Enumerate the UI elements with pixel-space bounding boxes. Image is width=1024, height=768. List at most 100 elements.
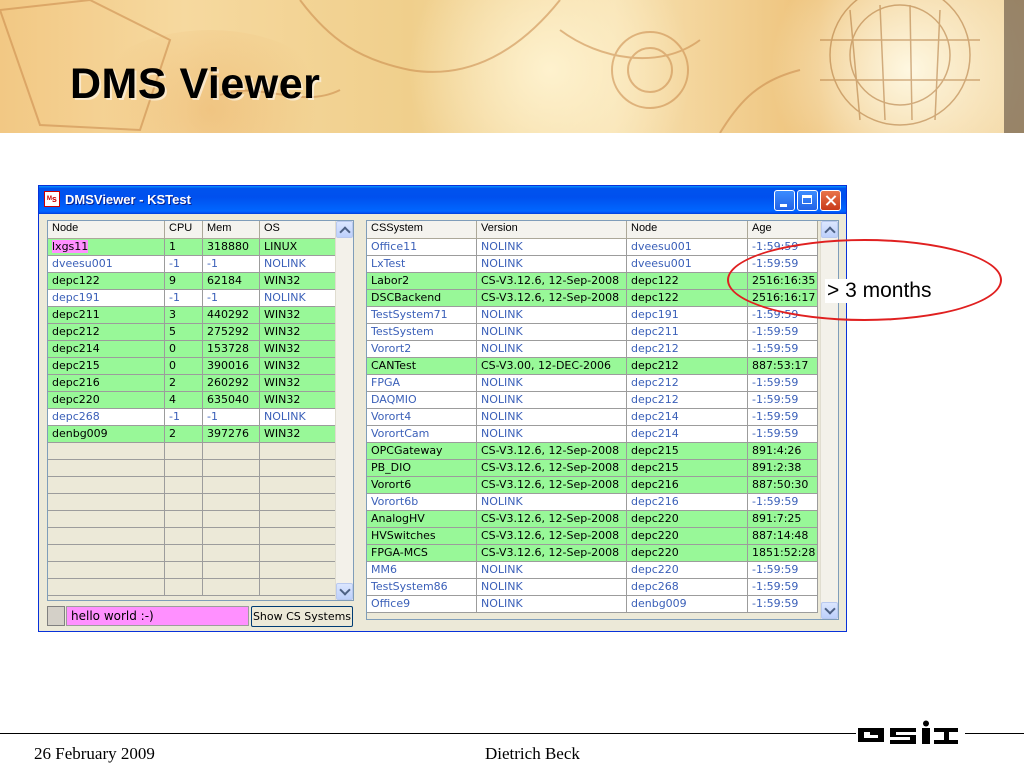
cs-cell-cs: DAQMIO: [367, 392, 477, 409]
cs-col-header[interactable]: Node: [627, 221, 748, 238]
table-row[interactable]: MM6 NOLINK depc220 -1:59:59: [367, 562, 818, 579]
table-row[interactable]: [48, 528, 336, 545]
table-row[interactable]: TestSystem71 NOLINK depc191 -1:59:59: [367, 307, 818, 324]
nodes-col-header[interactable]: Node: [48, 221, 165, 238]
cs-cell-cs: Labor2: [367, 273, 477, 290]
nodes-cell-cpu: -1: [165, 409, 203, 426]
cs-cell-age: -1:59:59: [748, 596, 818, 613]
nodes-scrollbar[interactable]: [335, 221, 353, 600]
cs-cell-version: NOLINK: [477, 596, 627, 613]
cs-col-header[interactable]: Age: [748, 221, 818, 238]
table-row[interactable]: depc214 0 153728 WIN32: [48, 341, 336, 358]
nodes-cell-os: [260, 443, 336, 460]
cs-col-header[interactable]: Version: [477, 221, 627, 238]
table-row[interactable]: depc215 0 390016 WIN32: [48, 358, 336, 375]
table-row[interactable]: [48, 579, 336, 596]
nodes-cell-mem: 635040: [203, 392, 260, 409]
table-row[interactable]: Office9 NOLINK denbg009 -1:59:59: [367, 596, 818, 613]
table-row[interactable]: depc216 2 260292 WIN32: [48, 375, 336, 392]
cs-cell-age: 891:7:25: [748, 511, 818, 528]
table-row[interactable]: depc220 4 635040 WIN32: [48, 392, 336, 409]
scroll-up-icon[interactable]: [821, 221, 838, 238]
scroll-down-icon[interactable]: [821, 602, 838, 619]
table-row[interactable]: Vorort4 NOLINK depc214 -1:59:59: [367, 409, 818, 426]
table-row[interactable]: AnalogHV CS-V3.12.6, 12-Sep-2008 depc220 89…: [367, 511, 818, 528]
cs-cell-node: depc191: [627, 307, 748, 324]
show-cs-systems-button[interactable]: Show CS Systems: [251, 606, 353, 627]
table-row[interactable]: PB_DIO CS-V3.12.6, 12-Sep-2008 depc215 891:…: [367, 460, 818, 477]
table-row[interactable]: Office11 NOLINK dveesu001 -1:59:59: [367, 239, 818, 256]
nodes-cell-node: depc268: [48, 409, 165, 426]
maximize-button[interactable]: [797, 190, 818, 211]
cs-cell-cs: TestSystem86: [367, 579, 477, 596]
cs-cell-cs: DSCBackend: [367, 290, 477, 307]
close-button[interactable]: [820, 190, 841, 211]
scroll-up-icon[interactable]: [336, 221, 353, 238]
table-row[interactable]: DAQMIO NOLINK depc212 -1:59:59: [367, 392, 818, 409]
table-row[interactable]: VorortCam NOLINK depc214 -1:59:59: [367, 426, 818, 443]
cs-cell-age: -1:59:59: [748, 426, 818, 443]
scroll-down-icon[interactable]: [336, 583, 353, 600]
table-row[interactable]: depc211 3 440292 WIN32: [48, 307, 336, 324]
nodes-cell-cpu: [165, 528, 203, 545]
cs-cell-node: depc220: [627, 562, 748, 579]
table-row[interactable]: Vorort2 NOLINK depc212 -1:59:59: [367, 341, 818, 358]
nodes-col-header[interactable]: Mem: [203, 221, 260, 238]
table-row[interactable]: TestSystem86 NOLINK depc268 -1:59:59: [367, 579, 818, 596]
status-message: hello world :-): [66, 606, 249, 626]
nodes-cell-node: depc211: [48, 307, 165, 324]
table-row[interactable]: FPGA NOLINK depc212 -1:59:59: [367, 375, 818, 392]
minimize-button[interactable]: [774, 190, 795, 211]
table-row[interactable]: depc212 5 275292 WIN32: [48, 324, 336, 341]
cs-cell-cs: Vorort6b: [367, 494, 477, 511]
table-row[interactable]: [48, 494, 336, 511]
table-row[interactable]: [48, 562, 336, 579]
cs-cell-cs: PB_DIO: [367, 460, 477, 477]
nodes-cell-mem: [203, 528, 260, 545]
cs-cell-cs: Vorort4: [367, 409, 477, 426]
nodes-cell-os: [260, 511, 336, 528]
nodes-cell-cpu: -1: [165, 256, 203, 273]
cs-cell-node: dveesu001: [627, 239, 748, 256]
table-row[interactable]: TestSystem NOLINK depc211 -1:59:59: [367, 324, 818, 341]
window-titlebar[interactable]: ᴹs DMSViewer - KSTest: [39, 186, 846, 214]
table-row[interactable]: denbg009 2 397276 WIN32: [48, 426, 336, 443]
cs-cell-age: -1:59:59: [748, 579, 818, 596]
nodes-table[interactable]: Node CPU Mem OS lxgs11 1 318880 LINUX dveesu001…: [47, 220, 354, 601]
table-row[interactable]: Vorort6b NOLINK depc216 -1:59:59: [367, 494, 818, 511]
table-row[interactable]: depc122 9 62184 WIN32: [48, 273, 336, 290]
table-row[interactable]: [48, 511, 336, 528]
nodes-col-header[interactable]: CPU: [165, 221, 203, 238]
cs-cell-node: depc214: [627, 409, 748, 426]
cs-systems-table-header: CSSystem Version Node Age: [367, 221, 818, 239]
nodes-cell-mem: 397276: [203, 426, 260, 443]
table-row[interactable]: depc191 -1 -1 NOLINK: [48, 290, 336, 307]
nodes-col-header[interactable]: OS: [260, 221, 336, 238]
table-row[interactable]: [48, 443, 336, 460]
cs-cell-age: 891:2:38: [748, 460, 818, 477]
cs-cell-age: 887:14:48: [748, 528, 818, 545]
nodes-cell-cpu: 0: [165, 358, 203, 375]
cs-cell-cs: Office11: [367, 239, 477, 256]
table-row[interactable]: Vorort6 CS-V3.12.6, 12-Sep-2008 depc216 887…: [367, 477, 818, 494]
table-row[interactable]: CANTest CS-V3.00, 12-DEC-2006 depc212 887:5…: [367, 358, 818, 375]
nodes-cell-mem: 318880: [203, 239, 260, 256]
table-row[interactable]: OPCGateway CS-V3.12.6, 12-Sep-2008 depc215…: [367, 443, 818, 460]
table-row[interactable]: [48, 460, 336, 477]
cs-col-header[interactable]: CSSystem: [367, 221, 477, 238]
cs-cell-version: NOLINK: [477, 341, 627, 358]
table-row[interactable]: FPGA-MCS CS-V3.12.6, 12-Sep-2008 depc220 18…: [367, 545, 818, 562]
footer-divider: [0, 733, 860, 734]
cs-cell-cs: HVSwitches: [367, 528, 477, 545]
cs-cell-age: -1:59:59: [748, 375, 818, 392]
nodes-cell-cpu: 2: [165, 426, 203, 443]
table-row[interactable]: dveesu001 -1 -1 NOLINK: [48, 256, 336, 273]
table-row[interactable]: lxgs11 1 318880 LINUX: [48, 239, 336, 256]
table-row[interactable]: [48, 477, 336, 494]
nodes-cell-mem: [203, 477, 260, 494]
nodes-cell-mem: [203, 494, 260, 511]
table-row[interactable]: [48, 545, 336, 562]
table-row[interactable]: depc268 -1 -1 NOLINK: [48, 409, 336, 426]
nodes-cell-cpu: [165, 443, 203, 460]
table-row[interactable]: HVSwitches CS-V3.12.6, 12-Sep-2008 depc220…: [367, 528, 818, 545]
